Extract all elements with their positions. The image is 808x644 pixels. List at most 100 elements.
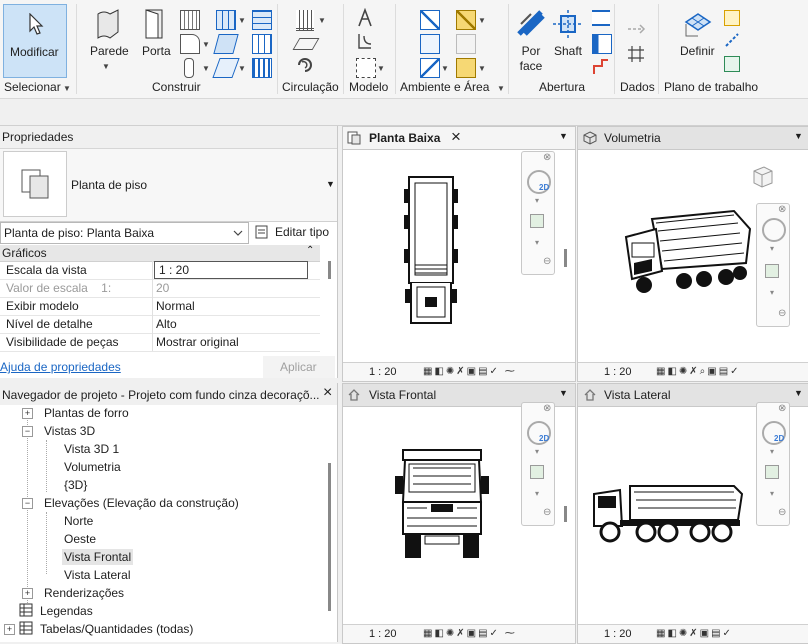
- view-control-icons[interactable]: ▦◧✺✗▣▤✓ ⁓: [423, 628, 517, 639]
- view-volumetria[interactable]: Volumetria ▼ ⊗ ▾ ▾ ⊖ 1 : 20 ▦◧✺✗⌕▣▤✓: [577, 126, 808, 382]
- tag-room-icon[interactable]: [420, 58, 440, 78]
- zoom-icon[interactable]: [530, 465, 544, 479]
- component-dropdown-icon[interactable]: ▼: [202, 40, 210, 49]
- navbar-close-icon[interactable]: ⊗: [543, 403, 551, 414]
- area-icon[interactable]: [456, 10, 476, 30]
- expand-icon[interactable]: +: [22, 588, 33, 599]
- modify-button[interactable]: Modificar: [3, 4, 67, 78]
- navbar-minus-icon[interactable]: ⊖: [543, 507, 551, 518]
- select-dropdown-icon[interactable]: ▼: [63, 84, 71, 93]
- door-button[interactable]: Porta: [138, 6, 174, 72]
- edit-type-button[interactable]: Editar tipo: [252, 222, 336, 242]
- tree-item-renderings[interactable]: Renderizações: [44, 586, 124, 600]
- wall-dropdown-icon[interactable]: ▼: [102, 62, 110, 71]
- navbar-close-icon[interactable]: ⊗: [778, 204, 786, 215]
- navigation-bar[interactable]: ⊗ ▾ ▾ ⊖: [756, 203, 790, 327]
- instance-filter-select[interactable]: Planta de piso: Planta Baixa: [0, 222, 249, 244]
- model-text-icon[interactable]: [356, 8, 374, 28]
- expand-icon[interactable]: +: [22, 408, 33, 419]
- ref-plane-icon[interactable]: [724, 32, 740, 48]
- area-dropdown-icon[interactable]: ▼: [478, 16, 486, 25]
- tree-item-ceiling-plans[interactable]: Plantas de forro: [44, 406, 129, 420]
- view-tab-floor-plan[interactable]: Planta Baixa × ▼: [343, 127, 575, 150]
- view-scrollbar[interactable]: [564, 249, 567, 267]
- view-scale[interactable]: 1 : 20: [604, 628, 632, 640]
- model-group-dropdown-icon[interactable]: ▼: [377, 64, 385, 73]
- set-work-plane-button[interactable]: Definir: [676, 6, 718, 72]
- floor-dropdown-icon[interactable]: ▼: [238, 64, 246, 73]
- view-menu-icon[interactable]: ▼: [559, 131, 568, 141]
- tree-item-west[interactable]: Oeste: [64, 532, 96, 546]
- column-icon[interactable]: [184, 58, 194, 78]
- room-separator-icon[interactable]: [420, 34, 440, 54]
- navbar-minus-icon[interactable]: ⊖: [778, 507, 786, 518]
- view-menu-icon[interactable]: ▼: [794, 388, 803, 398]
- chevron-down-icon[interactable]: ▾: [770, 244, 774, 253]
- zoom-icon[interactable]: [765, 264, 779, 278]
- curtain-system-icon[interactable]: [252, 10, 272, 30]
- type-dropdown-icon[interactable]: ▼: [326, 179, 335, 189]
- ceiling-icon[interactable]: [212, 58, 240, 78]
- properties-help-link[interactable]: Ajuda de propriedades: [0, 360, 121, 374]
- prop-row-detail-level[interactable]: Nível de detalhe Alto: [0, 315, 320, 334]
- room-icon[interactable]: [420, 10, 440, 30]
- collapse-icon[interactable]: ⌃: [306, 245, 314, 256]
- tree-item-3d-default[interactable]: {3D}: [64, 478, 87, 492]
- prop-row-parts-visibility[interactable]: Visibilidade de peças Mostrar original: [0, 333, 320, 352]
- view-scale[interactable]: 1 : 20: [604, 366, 632, 378]
- tree-item-front-view[interactable]: Vista Frontal: [62, 549, 134, 565]
- zoom-icon[interactable]: [530, 214, 544, 228]
- view-menu-icon[interactable]: ▼: [559, 388, 568, 398]
- window-icon[interactable]: [180, 10, 200, 30]
- railing-dropdown-icon[interactable]: ▼: [318, 16, 326, 25]
- view-menu-icon[interactable]: ▼: [794, 131, 803, 141]
- ramp-icon[interactable]: [292, 38, 320, 50]
- view-control-icons[interactable]: ▦◧✺✗▣▤✓: [656, 628, 733, 639]
- steering-wheel-icon[interactable]: 2D: [527, 421, 551, 445]
- graphics-group-header[interactable]: Gráficos ⌃: [0, 245, 320, 262]
- navigation-bar[interactable]: ⊗ 2D ▾ ▾ ⊖: [521, 151, 555, 275]
- show-work-plane-icon[interactable]: [724, 10, 740, 26]
- roof-icon[interactable]: [213, 34, 239, 54]
- navbar-minus-icon[interactable]: ⊖: [778, 308, 786, 319]
- view-tab-volumetria[interactable]: Volumetria ▼: [578, 127, 808, 150]
- dormer-icon[interactable]: [592, 58, 610, 76]
- viewcube-icon[interactable]: [746, 163, 778, 191]
- tree-item-3d-views[interactable]: Vistas 3D: [44, 424, 95, 438]
- mullion-icon[interactable]: [252, 58, 272, 78]
- tag-area-icon[interactable]: [456, 58, 476, 78]
- steering-wheel-icon[interactable]: [762, 218, 786, 242]
- chevron-down-icon[interactable]: ▾: [770, 288, 774, 297]
- close-tab-icon[interactable]: ×: [451, 127, 461, 147]
- type-selector[interactable]: Planta de piso ▼: [0, 149, 337, 222]
- browser-scrollbar[interactable]: [328, 463, 331, 611]
- vertical-opening-icon[interactable]: [592, 34, 612, 54]
- curtain-dropdown-icon[interactable]: ▼: [238, 16, 246, 25]
- prop-row-display-model[interactable]: Exibir modelo Normal: [0, 297, 320, 316]
- view-scale-field[interactable]: 1 : 20: [154, 261, 308, 279]
- properties-scrollbar[interactable]: [328, 261, 331, 279]
- navbar-minus-icon[interactable]: ⊖: [543, 256, 551, 267]
- tree-item-side-view[interactable]: Vista Lateral: [64, 568, 131, 582]
- view-scrollbar[interactable]: [564, 506, 567, 522]
- chevron-down-icon[interactable]: ▾: [770, 447, 774, 456]
- view-control-icons[interactable]: ▦◧✺✗⌕▣▤✓: [656, 366, 741, 377]
- room-area-dropdown-icon[interactable]: ▼: [497, 84, 505, 93]
- collapse-icon[interactable]: −: [22, 426, 33, 437]
- tree-item-schedules[interactable]: Tabelas/Quantidades (todas): [40, 622, 193, 636]
- tree-item-3d-view-1[interactable]: Vista 3D 1: [64, 442, 119, 456]
- chevron-down-icon[interactable]: ▾: [535, 238, 539, 247]
- steering-wheel-icon[interactable]: 2D: [527, 170, 551, 194]
- curtain-wall-grid-icon[interactable]: [252, 34, 272, 54]
- view-scale[interactable]: 1 : 20: [369, 628, 397, 640]
- zoom-icon[interactable]: [765, 465, 779, 479]
- level-icon[interactable]: [626, 22, 646, 36]
- model-group-icon[interactable]: [356, 58, 376, 78]
- wall-opening-icon[interactable]: [592, 10, 610, 26]
- curtain-grid-icon[interactable]: [216, 10, 236, 30]
- view-floor-plan[interactable]: Planta Baixa × ▼ ⊗ 2D ▾ ▾ ⊖ 1 : 20 ▦◧✺✗▣…: [342, 126, 576, 382]
- view-front-elevation[interactable]: Vista Frontal ▼ ⊗ 2D ▾ ▾ ⊖ 1 : 20 ▦◧✺✗▣▤…: [342, 383, 576, 644]
- stair-icon[interactable]: [296, 56, 314, 74]
- tree-item-elevations[interactable]: Elevações (Elevação da construção): [44, 496, 239, 510]
- tag-room-dropdown-icon[interactable]: ▼: [441, 64, 449, 73]
